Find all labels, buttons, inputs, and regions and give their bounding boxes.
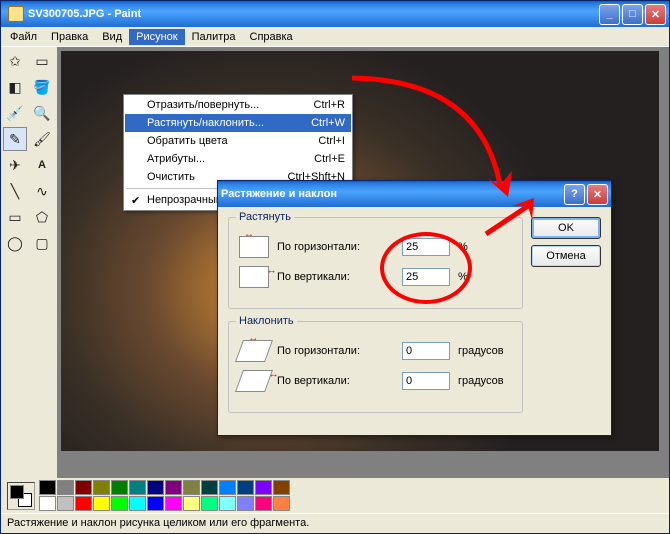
tool-ellipse[interactable]: ◯ — [3, 231, 27, 255]
tool-pencil[interactable]: ✎ — [3, 127, 27, 151]
skew-v-input[interactable] — [402, 372, 450, 390]
menu-item-stretch[interactable]: Растянуть/наклонить...Ctrl+W — [125, 114, 351, 132]
cancel-button[interactable]: Отмена — [531, 245, 601, 267]
color-swatch[interactable] — [273, 480, 290, 495]
stretch-v-icon: ↕ — [239, 266, 269, 288]
color-palette — [1, 478, 669, 513]
tool-polygon[interactable]: ⬠ — [30, 205, 54, 229]
ok-button[interactable]: OK — [531, 217, 601, 239]
stretch-v-label: По вертикали: — [277, 271, 394, 283]
color-swatch[interactable] — [183, 496, 200, 511]
color-swatch[interactable] — [93, 496, 110, 511]
tool-brush[interactable]: 🖌 — [30, 127, 54, 151]
tool-magnifier[interactable]: 🔍 — [30, 101, 54, 125]
menu-item-attributes[interactable]: Атрибуты...Ctrl+E — [125, 150, 351, 168]
minimize-button[interactable]: _ — [599, 4, 620, 25]
color-swatch[interactable] — [111, 480, 128, 495]
main-titlebar[interactable]: SV300705.JPG - Paint _ □ ✕ — [1, 1, 669, 27]
tool-picker[interactable]: 💉 — [3, 101, 27, 125]
skew-h-icon: ↔ — [235, 340, 273, 362]
tool-freeform-select[interactable]: ✩ — [3, 49, 27, 73]
maximize-button[interactable]: □ — [622, 4, 643, 25]
color-swatch[interactable] — [237, 480, 254, 495]
color-swatch[interactable] — [111, 496, 128, 511]
color-swatch[interactable] — [165, 480, 182, 495]
tool-rect[interactable]: ▭ — [3, 205, 27, 229]
menu-image[interactable]: Рисунок — [129, 29, 185, 45]
window-title: SV300705.JPG - Paint — [28, 8, 141, 20]
color-swatch[interactable] — [75, 496, 92, 511]
dialog-title: Растяжение и наклон — [221, 188, 337, 200]
color-swatch[interactable] — [237, 496, 254, 511]
color-swatch[interactable] — [39, 496, 56, 511]
menu-item-flip[interactable]: Отразить/повернуть...Ctrl+R — [125, 96, 351, 114]
color-swatches[interactable] — [39, 480, 290, 511]
color-swatch[interactable] — [147, 480, 164, 495]
stretch-h-icon: ↔ — [239, 236, 269, 258]
help-button[interactable]: ? — [564, 184, 585, 205]
menu-item-invert[interactable]: Обратить цветаCtrl+I — [125, 132, 351, 150]
color-swatch[interactable] — [75, 480, 92, 495]
status-bar: Растяжение и наклон рисунка целиком или … — [1, 513, 669, 533]
app-icon — [8, 6, 24, 22]
color-swatch[interactable] — [255, 496, 272, 511]
color-swatch[interactable] — [273, 496, 290, 511]
skew-h-input[interactable] — [402, 342, 450, 360]
color-swatch[interactable] — [147, 496, 164, 511]
color-swatch[interactable] — [255, 480, 272, 495]
skew-h-label: По горизонтали: — [277, 345, 394, 357]
menu-edit[interactable]: Правка — [44, 29, 95, 45]
tool-fill[interactable]: 🪣 — [30, 75, 54, 99]
check-icon: ✔ — [131, 194, 140, 207]
tool-eraser[interactable]: ◧ — [3, 75, 27, 99]
tool-line[interactable]: ╲ — [3, 179, 27, 203]
tool-rect-select[interactable]: ▭ — [30, 49, 54, 73]
menu-view[interactable]: Вид — [95, 29, 129, 45]
menu-file[interactable]: Файл — [3, 29, 44, 45]
color-swatch[interactable] — [165, 496, 182, 511]
tool-curve[interactable]: ∿ — [30, 179, 54, 203]
stretch-v-input[interactable] — [402, 268, 450, 286]
color-swatch[interactable] — [201, 496, 218, 511]
menu-palette[interactable]: Палитра — [185, 29, 243, 45]
color-swatch[interactable] — [129, 480, 146, 495]
skew-v-label: По вертикали: — [277, 375, 394, 387]
skew-group: Наклонить ↔ По горизонтали: градусов ↕ П… — [228, 321, 523, 413]
stretch-h-input[interactable] — [402, 238, 450, 256]
dialog-titlebar[interactable]: Растяжение и наклон ? ✕ — [218, 181, 611, 207]
fg-bg-selector[interactable] — [7, 482, 35, 510]
color-swatch[interactable] — [219, 496, 236, 511]
color-swatch[interactable] — [57, 480, 74, 495]
color-swatch[interactable] — [201, 480, 218, 495]
color-swatch[interactable] — [57, 496, 74, 511]
tool-roundrect[interactable]: ▢ — [30, 231, 54, 255]
menubar: Файл Правка Вид Рисунок Палитра Справка — [1, 27, 669, 47]
color-swatch[interactable] — [39, 480, 56, 495]
menu-help[interactable]: Справка — [243, 29, 300, 45]
tool-airbrush[interactable]: ✈ — [3, 153, 27, 177]
color-swatch[interactable] — [219, 480, 236, 495]
tool-text[interactable]: A — [30, 153, 54, 177]
color-swatch[interactable] — [129, 496, 146, 511]
dialog-close-button[interactable]: ✕ — [587, 184, 608, 205]
color-swatch[interactable] — [183, 480, 200, 495]
stretch-h-label: По горизонтали: — [277, 241, 394, 253]
stretch-skew-dialog: Растяжение и наклон ? ✕ Растянуть ↔ По г… — [217, 180, 612, 436]
stretch-group: Растянуть ↔ По горизонтали: % ↕ По верти… — [228, 217, 523, 309]
toolbox: ✩ ▭ ◧ 🪣 💉 🔍 ✎ 🖌 ✈ A ╲ ∿ ▭ ⬠ ◯ ▢ — [1, 47, 57, 478]
color-swatch[interactable] — [93, 480, 110, 495]
close-button[interactable]: ✕ — [645, 4, 666, 25]
skew-v-icon: ↕ — [235, 370, 273, 392]
